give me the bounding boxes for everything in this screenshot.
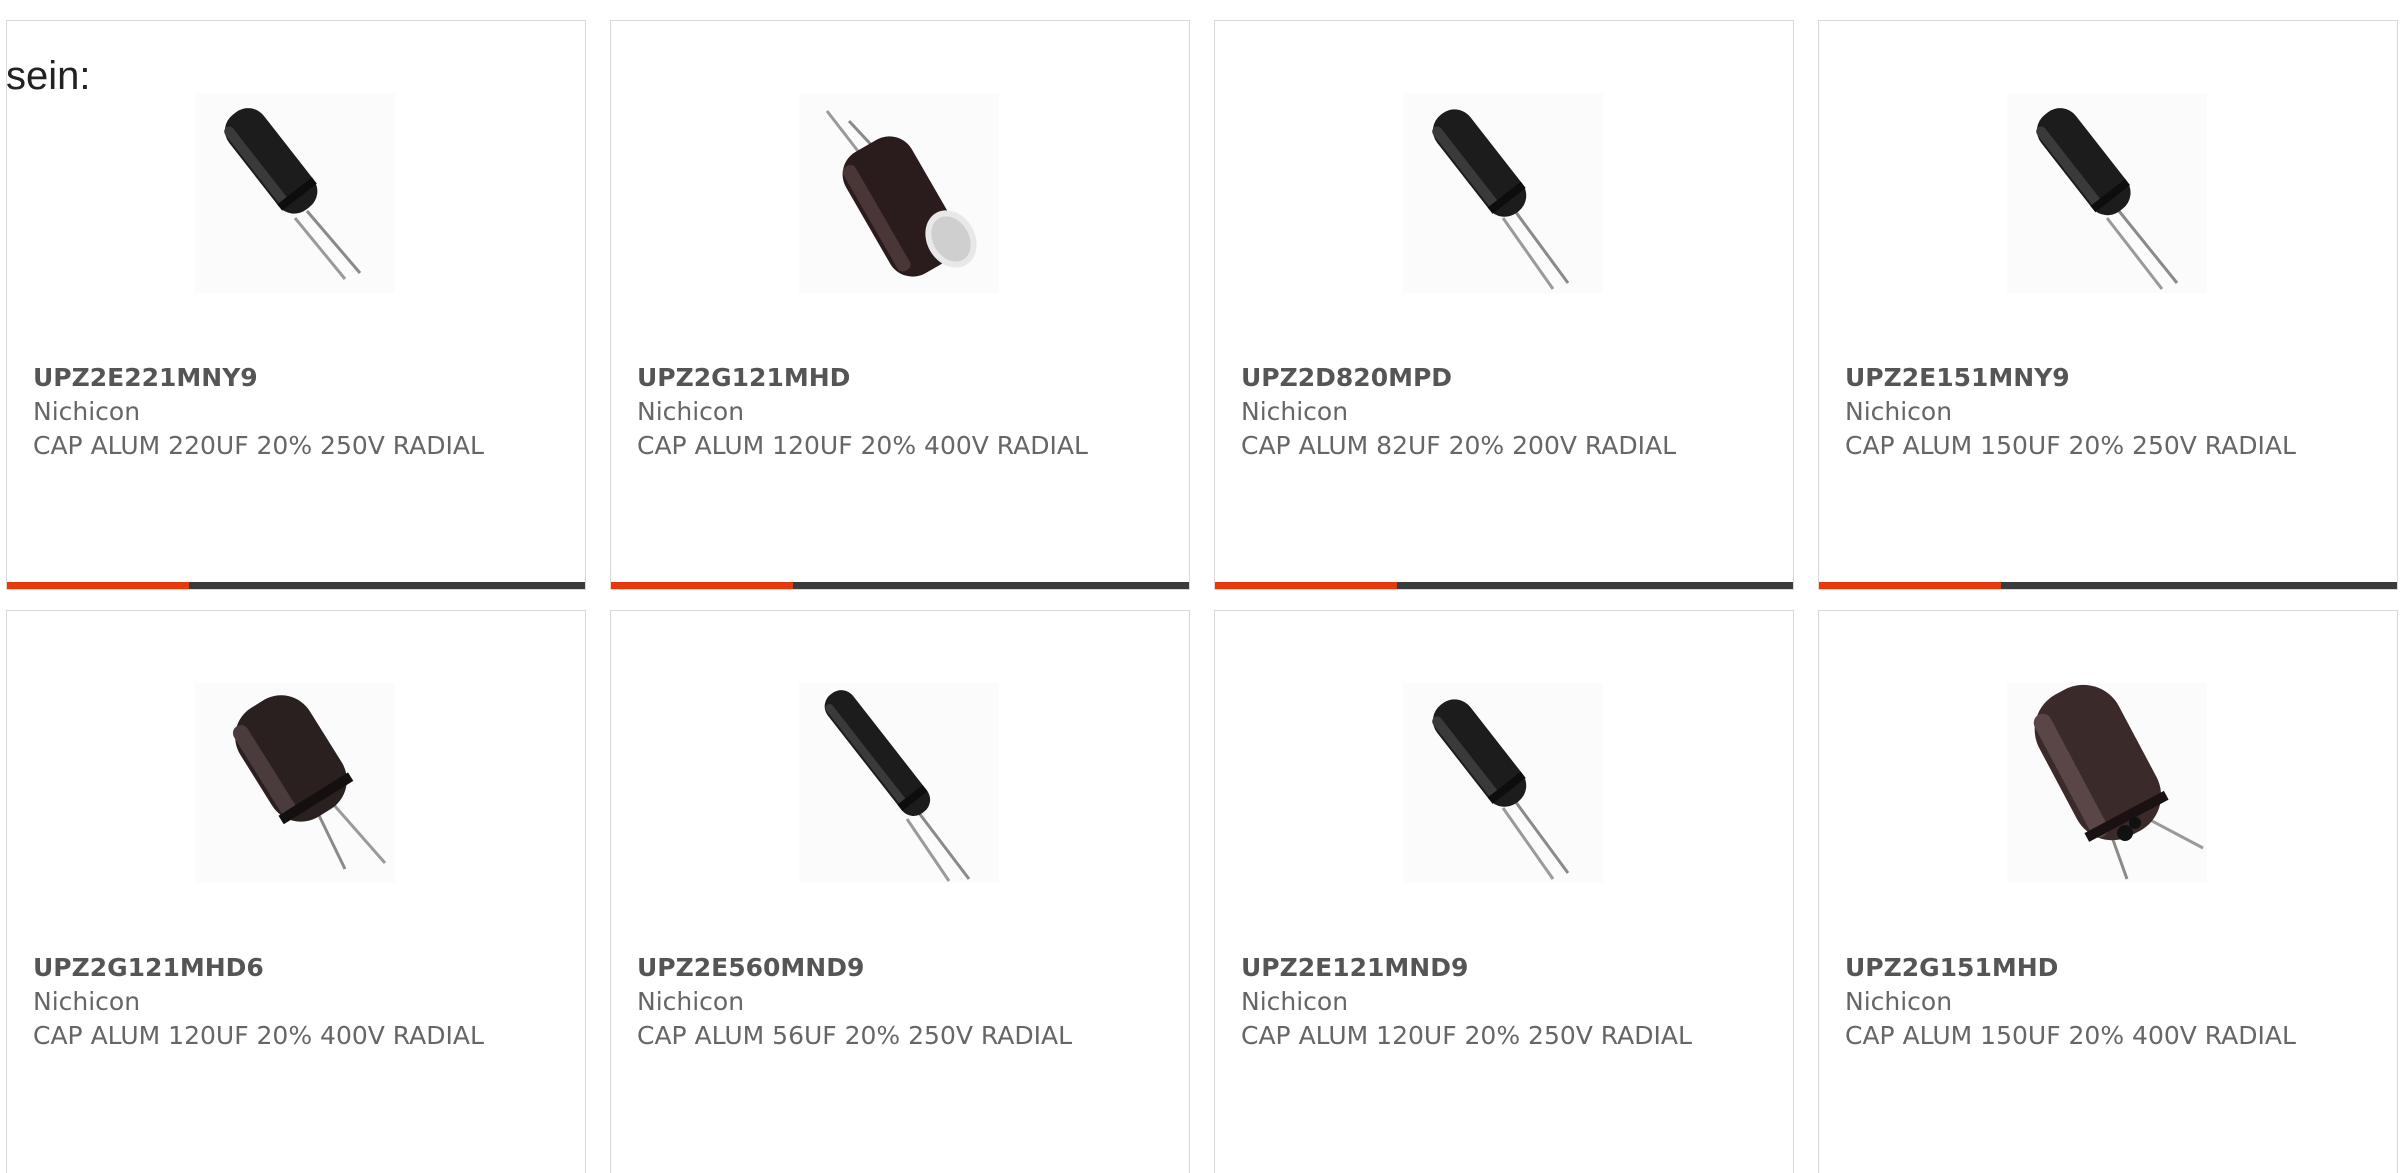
capacitor-slim-icon[interactable] bbox=[1403, 683, 1603, 883]
description-label: CAP ALUM 120UF 20% 250V RADIAL bbox=[1241, 1021, 1692, 1050]
capacitor-slim-icon[interactable] bbox=[195, 93, 395, 293]
product-card[interactable]: UPZ2E221MNY9 Nichicon CAP ALUM 220UF 20%… bbox=[6, 20, 586, 590]
manufacturer-label: Nichicon bbox=[1845, 987, 1953, 1016]
card-footer-bar bbox=[7, 582, 585, 589]
manufacturer-label: Nichicon bbox=[1845, 397, 1953, 426]
product-info: UPZ2E221MNY9 Nichicon CAP ALUM 220UF 20%… bbox=[33, 361, 565, 463]
part-number-link[interactable]: UPZ2G121MHD6 bbox=[33, 951, 565, 985]
part-number-link[interactable]: UPZ2E560MND9 bbox=[637, 951, 1169, 985]
description-label: CAP ALUM 220UF 20% 250V RADIAL bbox=[33, 431, 484, 460]
product-info: UPZ2E151MNY9 Nichicon CAP ALUM 150UF 20%… bbox=[1845, 361, 2377, 463]
part-number-link[interactable]: UPZ2E151MNY9 bbox=[1845, 361, 2377, 395]
product-card[interactable]: UPZ2G151MHD Nichicon CAP ALUM 150UF 20% … bbox=[1818, 610, 2398, 1173]
card-footer-accent bbox=[7, 582, 189, 589]
manufacturer-label: Nichicon bbox=[1241, 397, 1349, 426]
description-label: CAP ALUM 120UF 20% 400V RADIAL bbox=[637, 431, 1088, 460]
card-footer-bar bbox=[1819, 582, 2397, 589]
part-number-link[interactable]: UPZ2G151MHD bbox=[1845, 951, 2377, 985]
manufacturer-label: Nichicon bbox=[33, 397, 141, 426]
part-number-link[interactable]: UPZ2G121MHD bbox=[637, 361, 1169, 395]
card-footer-accent bbox=[1819, 582, 2001, 589]
intro-text: sein: bbox=[6, 54, 91, 98]
product-grid: UPZ2E221MNY9 Nichicon CAP ALUM 220UF 20%… bbox=[6, 20, 2400, 1173]
part-number-link[interactable]: UPZ2E121MND9 bbox=[1241, 951, 1773, 985]
part-number-link[interactable]: UPZ2D820MPD bbox=[1241, 361, 1773, 395]
product-card[interactable]: UPZ2G121MHD6 Nichicon CAP ALUM 120UF 20%… bbox=[6, 610, 586, 1173]
product-info: UPZ2E560MND9 Nichicon CAP ALUM 56UF 20% … bbox=[637, 951, 1169, 1053]
description-label: CAP ALUM 56UF 20% 250V RADIAL bbox=[637, 1021, 1073, 1050]
manufacturer-label: Nichicon bbox=[33, 987, 141, 1016]
product-card[interactable]: UPZ2E151MNY9 Nichicon CAP ALUM 150UF 20%… bbox=[1818, 20, 2398, 590]
card-footer-bar bbox=[611, 582, 1189, 589]
manufacturer-label: Nichicon bbox=[637, 987, 745, 1016]
description-label: CAP ALUM 150UF 20% 250V RADIAL bbox=[1845, 431, 2296, 460]
product-card[interactable]: UPZ2E560MND9 Nichicon CAP ALUM 56UF 20% … bbox=[610, 610, 1190, 1173]
capacitor-slim-icon[interactable] bbox=[2007, 93, 2207, 293]
product-card[interactable]: UPZ2E121MND9 Nichicon CAP ALUM 120UF 20%… bbox=[1214, 610, 1794, 1173]
product-card[interactable]: UPZ2D820MPD Nichicon CAP ALUM 82UF 20% 2… bbox=[1214, 20, 1794, 590]
product-info: UPZ2D820MPD Nichicon CAP ALUM 82UF 20% 2… bbox=[1241, 361, 1773, 463]
capacitor-long-icon[interactable] bbox=[799, 683, 999, 883]
product-info: UPZ2G151MHD Nichicon CAP ALUM 150UF 20% … bbox=[1845, 951, 2377, 1053]
description-label: CAP ALUM 120UF 20% 400V RADIAL bbox=[33, 1021, 484, 1050]
product-info: UPZ2G121MHD6 Nichicon CAP ALUM 120UF 20%… bbox=[33, 951, 565, 1053]
product-card[interactable]: UPZ2G121MHD Nichicon CAP ALUM 120UF 20% … bbox=[610, 20, 1190, 590]
card-footer-accent bbox=[1215, 582, 1397, 589]
capacitor-slim-icon[interactable] bbox=[1403, 93, 1603, 293]
product-listing-page: sein: UPZ2E221MNY9 Nichicon CAP ALUM 220… bbox=[0, 0, 2400, 1173]
capacitor-wide-icon[interactable] bbox=[799, 93, 999, 293]
description-label: CAP ALUM 82UF 20% 200V RADIAL bbox=[1241, 431, 1677, 460]
manufacturer-label: Nichicon bbox=[1241, 987, 1349, 1016]
product-info: UPZ2G121MHD Nichicon CAP ALUM 120UF 20% … bbox=[637, 361, 1169, 463]
card-footer-accent bbox=[611, 582, 793, 589]
capacitor-wide-icon[interactable] bbox=[2007, 683, 2207, 883]
description-label: CAP ALUM 150UF 20% 400V RADIAL bbox=[1845, 1021, 2296, 1050]
part-number-link[interactable]: UPZ2E221MNY9 bbox=[33, 361, 565, 395]
capacitor-wide-icon[interactable] bbox=[195, 683, 395, 883]
product-info: UPZ2E121MND9 Nichicon CAP ALUM 120UF 20%… bbox=[1241, 951, 1773, 1053]
card-footer-bar bbox=[1215, 582, 1793, 589]
manufacturer-label: Nichicon bbox=[637, 397, 745, 426]
